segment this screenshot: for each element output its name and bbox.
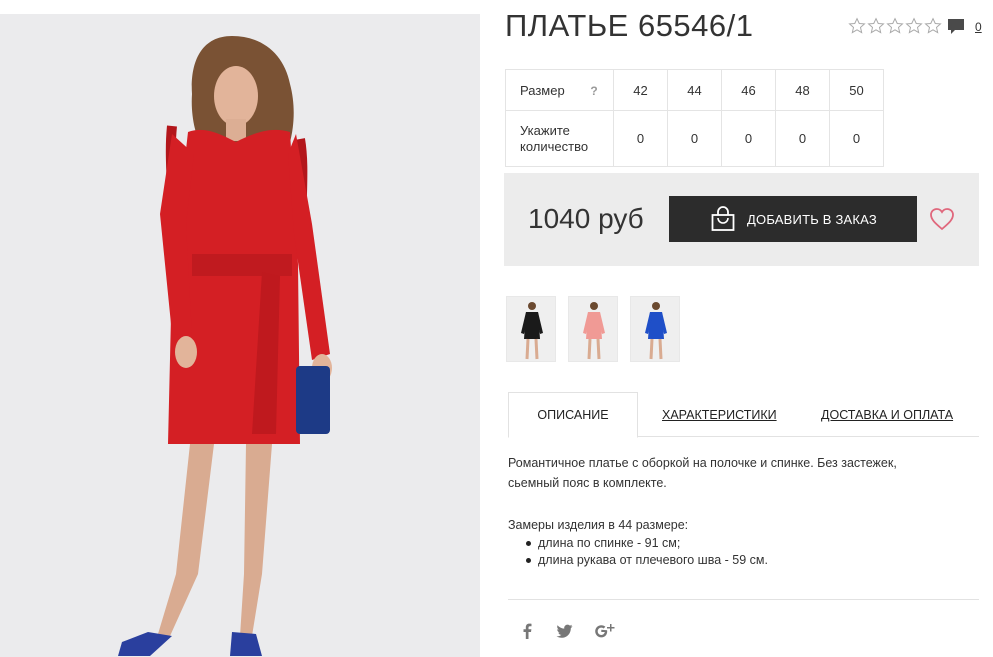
measurement-item: длина рукава от плечевого шва - 59 см. xyxy=(526,552,948,569)
product-price: 1040 руб xyxy=(528,203,644,234)
measurements-list: длина по спинке - 91 см; длина рукава от… xyxy=(526,535,948,569)
size-value: 50 xyxy=(829,69,884,111)
thumbnail-blue-dress[interactable] xyxy=(630,296,680,362)
twitter-icon[interactable] xyxy=(556,624,573,639)
model-red-dress-illustration xyxy=(118,36,332,656)
size-value: 46 xyxy=(721,69,776,111)
size-value: 44 xyxy=(667,69,722,111)
size-value: 42 xyxy=(613,69,668,111)
star-icon[interactable] xyxy=(886,17,904,35)
star-icon[interactable] xyxy=(924,17,942,35)
product-main-image[interactable] xyxy=(0,14,480,657)
comment-icon[interactable] xyxy=(947,18,965,35)
add-to-order-button[interactable]: ДОБАВИТЬ В ЗАКАЗ xyxy=(669,196,917,242)
social-share xyxy=(520,623,615,639)
facebook-icon[interactable] xyxy=(520,623,534,639)
purchase-panel: 1040 руб ДОБАВИТЬ В ЗАКАЗ xyxy=(504,173,979,266)
star-icon[interactable] xyxy=(867,17,885,35)
comments-link[interactable]: 0 xyxy=(947,18,982,35)
quantity-input[interactable]: 0 xyxy=(775,110,830,167)
quantity-header-cell: Укажите количество xyxy=(505,110,614,167)
size-header-cell: Размер ? xyxy=(505,69,614,111)
divider xyxy=(508,599,979,600)
product-description: Романтичное платье с оборкой на полочке … xyxy=(508,453,948,569)
product-tabs: ОПИСАНИЕ ХАРАКТЕРИСТИКИ ДОСТАВКА И ОПЛАТ… xyxy=(508,392,979,438)
color-thumbnails xyxy=(506,296,680,362)
black-dress-thumbnail-image xyxy=(507,297,555,361)
quantity-input[interactable]: 0 xyxy=(667,110,722,167)
comment-count[interactable]: 0 xyxy=(975,20,982,34)
add-to-order-label: ДОБАВИТЬ В ЗАКАЗ xyxy=(747,211,877,227)
thumbnail-black-dress[interactable] xyxy=(506,296,556,362)
tab-description[interactable]: ОПИСАНИЕ xyxy=(508,392,638,438)
quantity-label: Укажите количество xyxy=(520,122,589,154)
description-intro: Романтичное платье с оборкой на полочке … xyxy=(508,456,897,490)
star-icon[interactable] xyxy=(848,17,866,35)
rating-stars[interactable] xyxy=(848,17,942,35)
quantity-input[interactable]: 0 xyxy=(613,110,668,167)
measurement-item: длина по спинке - 91 см; xyxy=(526,535,948,552)
measurements-title: Замеры изделия в 44 размере: xyxy=(508,518,689,532)
blue-dress-thumbnail-image xyxy=(631,297,679,361)
thumbnail-pink-dress[interactable] xyxy=(568,296,618,362)
pink-dress-thumbnail-image xyxy=(569,297,617,361)
shopping-bag-icon xyxy=(711,206,735,231)
google-plus-icon[interactable] xyxy=(595,623,615,639)
size-label: Размер xyxy=(520,82,565,98)
quantity-input[interactable]: 0 xyxy=(721,110,776,167)
quantity-input[interactable]: 0 xyxy=(829,110,884,167)
tab-delivery-payment[interactable]: ДОСТАВКА И ОПЛАТА xyxy=(821,392,953,437)
product-title: ПЛАТЬЕ 65546/1 xyxy=(505,8,754,43)
size-help-icon[interactable]: ? xyxy=(590,84,597,98)
size-table: Размер ? 42 44 46 48 50 Укажите количест… xyxy=(505,69,884,167)
star-icon[interactable] xyxy=(905,17,923,35)
size-value: 48 xyxy=(775,69,830,111)
tab-characteristics[interactable]: ХАРАКТЕРИСТИКИ xyxy=(662,392,777,437)
heart-icon[interactable] xyxy=(929,206,955,232)
